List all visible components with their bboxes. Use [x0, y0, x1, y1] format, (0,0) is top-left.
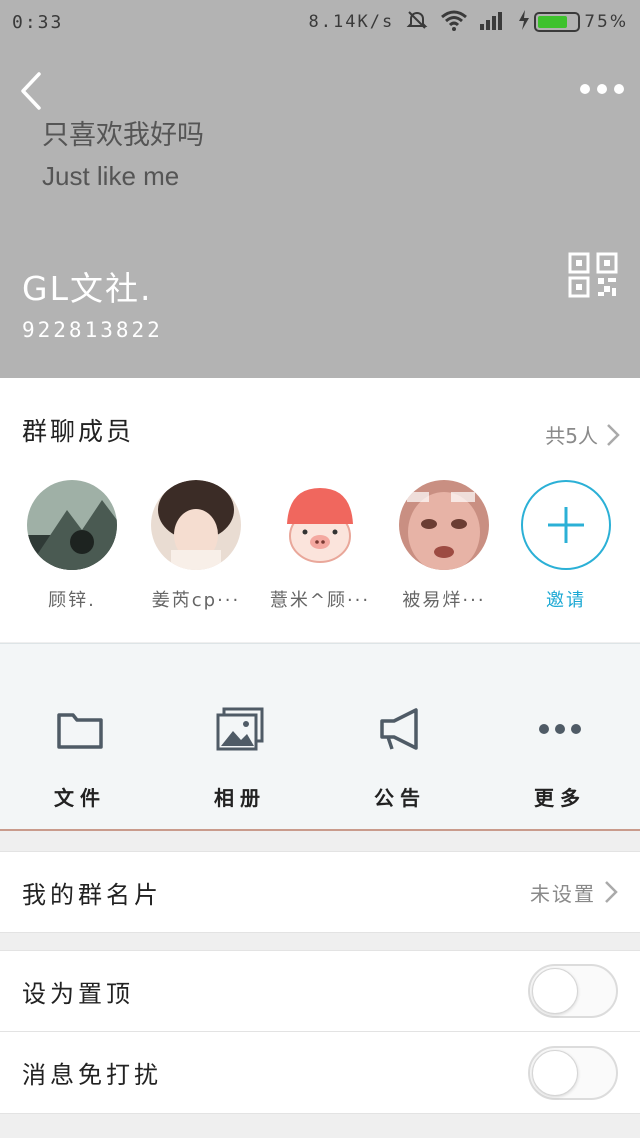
slogan-line-1: 只喜欢我好吗 [42, 120, 204, 151]
toggle-knob [532, 1049, 578, 1096]
invite-label: 邀请 [546, 590, 586, 611]
action-label: 更多 [534, 786, 586, 810]
member-item[interactable]: 姜芮cp··· [132, 480, 260, 612]
charging-icon [518, 9, 530, 35]
member-item[interactable]: 薏米^顾··· [256, 480, 384, 612]
member-avatar [275, 480, 365, 570]
status-time: 0:33 [12, 11, 64, 33]
group-card-value-wrap: 未设置 [530, 878, 618, 907]
do-not-disturb-label: 消息免打扰 [22, 1061, 162, 1089]
group-header: 0:33 8.14K/s 75% 只喜欢我好吗 Just like me GL文… [0, 0, 640, 378]
member-item[interactable]: 被易烊··· [380, 480, 508, 612]
more-icon [535, 706, 585, 752]
member-item[interactable]: 顾锌. [8, 480, 136, 612]
members-count-link[interactable]: 共5人 [545, 420, 620, 449]
battery-level [538, 16, 567, 28]
qr-code-icon[interactable] [568, 252, 618, 298]
network-speed: 8.14K/s [308, 12, 395, 32]
pin-to-top-toggle[interactable] [528, 964, 618, 1018]
member-avatar [399, 480, 489, 570]
pin-to-top-row: 设为置顶 [0, 950, 640, 1032]
member-name: 薏米^顾··· [269, 590, 371, 611]
signal-icon [480, 10, 506, 35]
status-indicators: 8.14K/s 75% [309, 9, 628, 36]
member-name: 姜芮cp··· [151, 590, 241, 611]
invite-button[interactable]: 邀请 [502, 480, 630, 612]
battery-percent: 75% [584, 12, 628, 32]
wifi-icon [440, 9, 468, 36]
group-card-value: 未设置 [530, 881, 596, 906]
status-bar: 0:33 8.14K/s 75% [0, 0, 640, 44]
chevron-right-icon [605, 881, 618, 903]
action-album[interactable]: 相册 [160, 644, 320, 832]
back-icon[interactable] [14, 70, 48, 112]
action-more[interactable]: 更多 [480, 644, 640, 832]
announcement-icon [375, 706, 425, 752]
more-options-icon[interactable] [580, 78, 624, 100]
action-label: 公告 [374, 786, 426, 810]
group-id: 922813822 [22, 318, 163, 342]
mute-icon [406, 9, 428, 36]
member-avatar [27, 480, 117, 570]
group-card-row[interactable]: 我的群名片 未设置 [0, 851, 640, 933]
action-files[interactable]: 文件 [0, 644, 160, 832]
member-avatar [151, 480, 241, 570]
toggle-knob [532, 968, 578, 1014]
group-card-label: 我的群名片 [22, 880, 162, 909]
actions-grid: 文件 相册 公告 更多 [0, 643, 640, 831]
action-announcement[interactable]: 公告 [320, 644, 480, 832]
plus-icon [521, 480, 611, 570]
avatar-row: 顾锌. 姜芮cp··· 薏米^顾··· 被易烊··· 邀请 [0, 480, 640, 620]
members-count: 共5人 [545, 424, 598, 448]
member-name: 顾锌. [48, 590, 96, 611]
do-not-disturb-toggle[interactable] [528, 1045, 618, 1100]
do-not-disturb-row: 消息免打扰 [0, 1032, 640, 1114]
member-name: 被易烊··· [402, 590, 486, 611]
action-label: 文件 [54, 786, 106, 810]
group-name: GL文社. [22, 269, 153, 308]
slogan-line-2: Just like me [42, 161, 180, 191]
chevron-right-icon [607, 423, 620, 446]
folder-icon [55, 706, 105, 752]
members-section: 群聊成员 共5人 顾锌. 姜芮cp··· 薏米^顾··· 被易烊··· 邀请 [0, 378, 640, 642]
members-title: 群聊成员 [22, 417, 135, 446]
battery-indicator: 75% [518, 9, 628, 35]
action-label: 相册 [214, 786, 266, 810]
album-icon [215, 706, 265, 752]
battery-icon [534, 12, 581, 32]
pin-to-top-label: 设为置顶 [22, 979, 134, 1008]
header-slogan: 只喜欢我好吗 Just like me [42, 116, 204, 196]
